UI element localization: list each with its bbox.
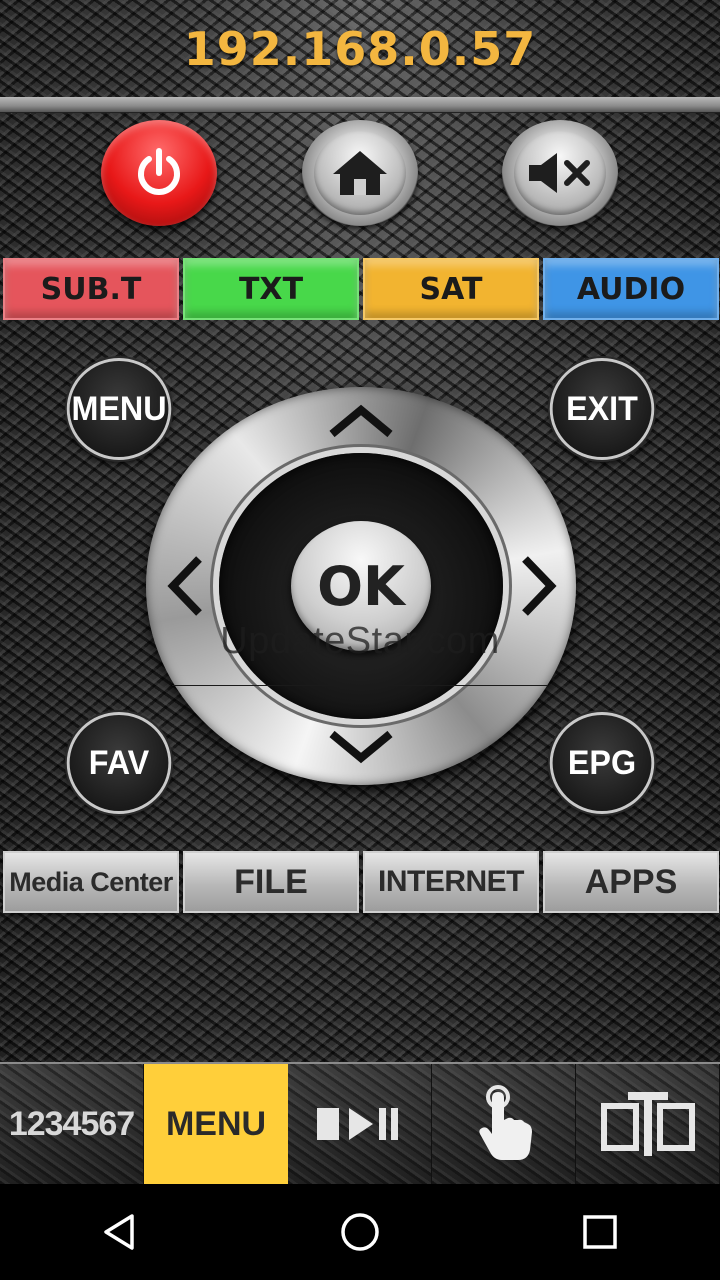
menu-button[interactable]: MENU <box>66 358 172 460</box>
watermark-underline <box>172 685 548 686</box>
subtitle-button[interactable]: SUB.T <box>3 258 179 320</box>
teletext-button[interactable]: TXT <box>183 258 359 320</box>
tab-media-controls[interactable] <box>288 1064 432 1184</box>
dpad-right-button[interactable] <box>514 551 564 621</box>
dpad-up-button[interactable] <box>326 401 396 441</box>
header-divider <box>0 97 720 113</box>
back-button[interactable] <box>80 1192 160 1272</box>
fav-button[interactable]: FAV <box>66 712 172 814</box>
media-center-button[interactable]: Media Center <box>3 851 179 913</box>
chevron-right-icon <box>522 556 557 616</box>
epg-button[interactable]: EPG <box>549 712 655 814</box>
system-nav-bar <box>0 1184 720 1280</box>
satellite-button[interactable]: SAT <box>363 258 539 320</box>
chevron-up-icon <box>329 404 393 438</box>
chevron-down-icon <box>329 730 393 764</box>
tab-numpad[interactable]: 1234567 <box>0 1064 144 1184</box>
dpad-left-button[interactable] <box>160 551 210 621</box>
dpad-down-button[interactable] <box>326 727 396 767</box>
tab-screen-mirror[interactable] <box>576 1064 720 1184</box>
internet-button[interactable]: INTERNET <box>363 851 539 913</box>
tab-menu[interactable]: MENU <box>144 1064 288 1184</box>
tab-menu-label: MENU <box>165 1104 267 1143</box>
home-nav-button[interactable] <box>320 1192 400 1272</box>
bottom-tab-bar: 1234567 MENU <box>0 1062 720 1184</box>
power-icon <box>138 148 180 195</box>
mute-button[interactable] <box>502 120 618 226</box>
dpad: OK <box>146 387 576 785</box>
touch-icon <box>478 1085 532 1160</box>
tab-numpad-label: 1234567 <box>8 1104 135 1143</box>
exit-button[interactable]: EXIT <box>549 358 655 460</box>
file-button[interactable]: FILE <box>183 851 359 913</box>
power-button[interactable] <box>101 120 217 226</box>
remote-app: 192.168.0.57 SUB.T TXT SAT AUDIO MENU EX… <box>0 0 720 1184</box>
tab-touchpad[interactable] <box>432 1064 576 1184</box>
home-button[interactable] <box>302 120 418 226</box>
chevron-left-icon <box>167 556 202 616</box>
ip-address-title: 192.168.0.57 <box>183 22 537 76</box>
recents-icon <box>583 1215 617 1249</box>
mute-icon <box>529 153 590 193</box>
recents-button[interactable] <box>560 1192 640 1272</box>
screen-mirror-icon <box>600 1092 695 1156</box>
apps-button[interactable]: APPS <box>543 851 719 913</box>
home-circle-icon <box>341 1213 379 1251</box>
play-pause-icon <box>316 1108 398 1140</box>
audio-button[interactable]: AUDIO <box>543 258 719 320</box>
watermark-text: UpdateStar.com <box>220 620 500 662</box>
home-icon <box>333 151 387 195</box>
back-icon <box>104 1214 134 1250</box>
